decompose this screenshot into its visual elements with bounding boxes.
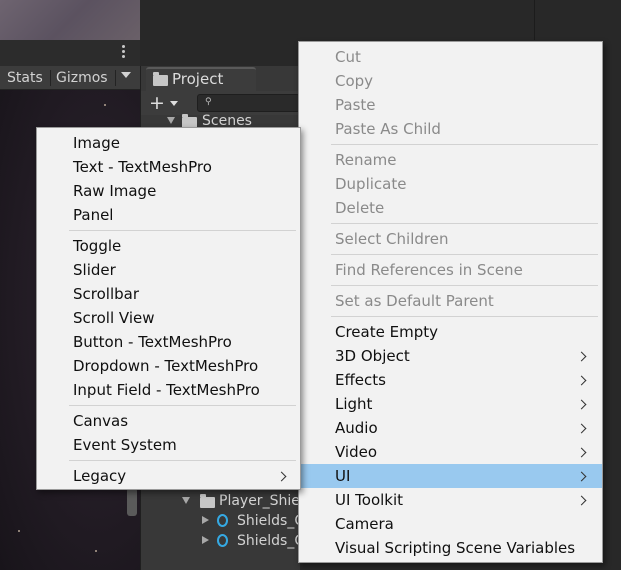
expand-arrow-icon[interactable] bbox=[202, 516, 209, 524]
menu-item-ui-toolkit[interactable]: UI Toolkit bbox=[299, 488, 602, 512]
folder-icon bbox=[200, 494, 215, 508]
scene-toolbar: Stats Gizmos bbox=[0, 66, 140, 90]
menu-item-effects[interactable]: Effects bbox=[299, 368, 602, 392]
menu-item-label: UI bbox=[335, 467, 351, 485]
menu-item-light[interactable]: Light bbox=[299, 392, 602, 416]
folder-icon bbox=[153, 72, 168, 86]
expand-arrow-icon[interactable] bbox=[182, 497, 190, 504]
hierarchy-context-menu: Cut Copy Paste Paste As Child Rename Dup… bbox=[298, 41, 603, 563]
more-options-icon[interactable] bbox=[118, 44, 128, 60]
chevron-right-icon bbox=[576, 399, 587, 410]
menu-item-delete[interactable]: Delete bbox=[299, 196, 602, 220]
menu-divider bbox=[331, 144, 598, 145]
star-decoration bbox=[95, 550, 97, 552]
panel-divider bbox=[534, 0, 535, 40]
menu-item-label: Video bbox=[335, 443, 378, 461]
submenu-item-toggle[interactable]: Toggle bbox=[37, 234, 300, 258]
menu-item-ui[interactable]: UI bbox=[299, 464, 602, 488]
prefab-icon bbox=[217, 534, 228, 547]
submenu-item-scrollbar[interactable]: Scrollbar bbox=[37, 282, 300, 306]
tab-project[interactable]: Project bbox=[146, 67, 256, 91]
submenu-item-text-textmeshpro[interactable]: Text - TextMeshPro bbox=[37, 155, 300, 179]
scene-view-top bbox=[0, 0, 140, 40]
chevron-right-icon bbox=[576, 495, 587, 506]
create-dropdown-icon[interactable] bbox=[170, 101, 178, 106]
menu-item-video[interactable]: Video bbox=[299, 440, 602, 464]
menu-item-label: Light bbox=[335, 395, 373, 413]
search-icon: ⚲ bbox=[205, 97, 212, 107]
plus-icon[interactable]: + bbox=[149, 94, 165, 113]
menu-item-set-default-parent[interactable]: Set as Default Parent bbox=[299, 289, 602, 313]
menu-item-rename[interactable]: Rename bbox=[299, 148, 602, 172]
submenu-item-scroll-view[interactable]: Scroll View bbox=[37, 306, 300, 330]
inspector-top bbox=[300, 0, 621, 40]
menu-divider bbox=[69, 230, 296, 231]
submenu-item-raw-image[interactable]: Raw Image bbox=[37, 179, 300, 203]
menu-item-visual-scripting-scene-variables[interactable]: Visual Scripting Scene Variables bbox=[299, 536, 602, 560]
menu-divider bbox=[331, 254, 598, 255]
menu-item-camera[interactable]: Camera bbox=[299, 512, 602, 536]
menu-divider bbox=[331, 316, 598, 317]
menu-item-audio[interactable]: Audio bbox=[299, 416, 602, 440]
menu-item-duplicate[interactable]: Duplicate bbox=[299, 172, 602, 196]
star-decoration bbox=[104, 104, 106, 106]
submenu-item-canvas[interactable]: Canvas bbox=[37, 409, 300, 433]
menu-item-select-children[interactable]: Select Children bbox=[299, 227, 602, 251]
project-search-input[interactable] bbox=[197, 94, 300, 112]
submenu-item-input-field-textmeshpro[interactable]: Input Field - TextMeshPro bbox=[37, 378, 300, 402]
submenu-item-panel[interactable]: Panel bbox=[37, 203, 300, 227]
submenu-item-image[interactable]: Image bbox=[37, 131, 300, 155]
tab-project-label: Project bbox=[172, 70, 224, 88]
expand-arrow-icon[interactable] bbox=[202, 536, 209, 544]
chevron-right-icon bbox=[276, 471, 287, 482]
menu-item-label: Audio bbox=[335, 419, 378, 437]
menu-divider bbox=[331, 285, 598, 286]
submenu-item-slider[interactable]: Slider bbox=[37, 258, 300, 282]
menu-item-label: Effects bbox=[335, 371, 386, 389]
submenu-item-dropdown-textmeshpro[interactable]: Dropdown - TextMeshPro bbox=[37, 354, 300, 378]
toolbar-divider bbox=[50, 70, 51, 86]
menu-item-find-references[interactable]: Find References in Scene bbox=[299, 258, 602, 282]
gizmos-dropdown-icon[interactable] bbox=[121, 72, 131, 78]
chevron-right-icon bbox=[576, 375, 587, 386]
menu-item-create-empty[interactable]: Create Empty bbox=[299, 320, 602, 344]
chevron-right-icon bbox=[576, 423, 587, 434]
chevron-right-icon bbox=[576, 351, 587, 362]
scrollbar-handle[interactable] bbox=[127, 488, 137, 516]
chevron-right-icon bbox=[576, 471, 587, 482]
gizmos-button[interactable]: Gizmos bbox=[56, 69, 108, 88]
menu-divider bbox=[331, 223, 598, 224]
menu-item-3d-object[interactable]: 3D Object bbox=[299, 344, 602, 368]
tree-item-label[interactable]: Player_Shie bbox=[219, 492, 300, 510]
expand-arrow-icon[interactable] bbox=[167, 117, 175, 124]
chevron-right-icon bbox=[576, 447, 587, 458]
tree-item-label[interactable]: Shields_C bbox=[237, 512, 304, 530]
menu-item-paste[interactable]: Paste bbox=[299, 93, 602, 117]
prefab-icon bbox=[217, 514, 228, 527]
submenu-item-event-system[interactable]: Event System bbox=[37, 433, 300, 457]
project-panel-top bbox=[140, 0, 300, 66]
menu-divider bbox=[69, 405, 296, 406]
menu-item-cut[interactable]: Cut bbox=[299, 45, 602, 69]
toolbar-divider bbox=[115, 70, 116, 86]
menu-item-copy[interactable]: Copy bbox=[299, 69, 602, 93]
menu-item-paste-as-child[interactable]: Paste As Child bbox=[299, 117, 602, 141]
star-decoration bbox=[18, 530, 20, 532]
menu-item-label: Legacy bbox=[73, 467, 127, 485]
stats-button[interactable]: Stats bbox=[7, 69, 43, 88]
menu-item-label: 3D Object bbox=[335, 347, 410, 365]
submenu-item-legacy[interactable]: Legacy bbox=[37, 464, 300, 488]
menu-divider bbox=[69, 460, 296, 461]
submenu-item-button-textmeshpro[interactable]: Button - TextMeshPro bbox=[37, 330, 300, 354]
ui-submenu: Image Text - TextMeshPro Raw Image Panel… bbox=[36, 127, 301, 490]
tree-item-label[interactable]: Shields_C bbox=[237, 532, 304, 550]
menu-item-label: UI Toolkit bbox=[335, 491, 404, 509]
